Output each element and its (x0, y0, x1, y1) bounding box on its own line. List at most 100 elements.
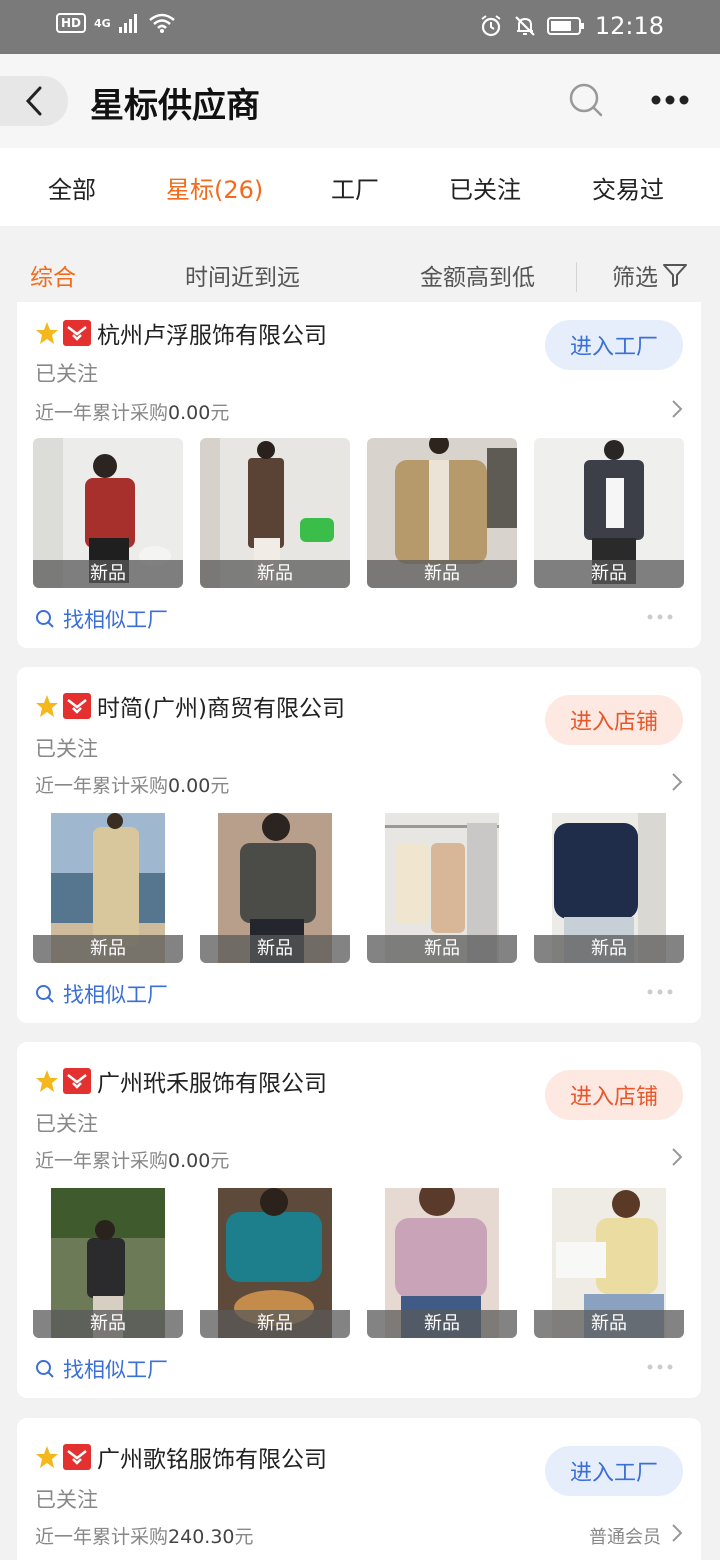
chevron-right-icon[interactable] (671, 1523, 683, 1543)
supplier-brand-icon (63, 1068, 91, 1094)
followed-status: 已关注 (35, 1112, 98, 1136)
company-name[interactable]: 广州玳禾服饰有限公司 (97, 1064, 327, 1098)
followed-status: 已关注 (35, 362, 98, 386)
purchase-label: 近一年累计采购 (35, 775, 169, 797)
tab-all[interactable]: 全部 (48, 170, 96, 205)
supplier-card[interactable]: 时简(广州)商贸有限公司 已关注 近一年累计采购0.00元 进入店铺 新品 新品… (17, 667, 701, 1023)
product-thumbnail[interactable]: 新品 (200, 1188, 350, 1338)
product-thumbnail[interactable]: 新品 (367, 813, 517, 963)
enter-shop-button[interactable]: 进入店铺 (545, 695, 683, 745)
purchase-amount: 0.00 (168, 1150, 211, 1172)
new-tag: 新品 (200, 935, 350, 963)
search-icon (36, 1360, 54, 1378)
new-tag: 新品 (200, 560, 350, 588)
star-icon (36, 322, 58, 344)
alarm-icon (481, 15, 501, 37)
find-similar-label: 找相似工厂 (63, 1358, 168, 1382)
find-similar-factory-link[interactable]: 找相似工厂 (35, 1354, 168, 1384)
company-name[interactable]: 杭州卢浮服饰有限公司 (97, 316, 327, 350)
product-thumbnail[interactable]: 新品 (534, 438, 684, 588)
chevron-right-icon[interactable] (671, 1147, 683, 1167)
member-level: 普通会员 (589, 1527, 661, 1548)
product-thumbnail[interactable]: 新品 (367, 1188, 517, 1338)
purchase-summary: 近一年累计采购0.00元 (35, 398, 229, 425)
purchase-amount: 240.30 (168, 1526, 235, 1548)
star-icon (36, 1070, 58, 1092)
purchase-label: 近一年累计采购 (35, 402, 169, 424)
product-thumbnail[interactable]: 新品 (33, 813, 183, 963)
enter-factory-button[interactable]: 进入工厂 (545, 1446, 683, 1496)
chevron-left-icon (25, 86, 42, 116)
network-type: 4G (94, 16, 111, 30)
company-name[interactable]: 广州歌铭服饰有限公司 (97, 1440, 327, 1474)
product-thumbnail[interactable]: 新品 (200, 438, 350, 588)
supplier-card[interactable]: 杭州卢浮服饰有限公司 已关注 近一年累计采购0.00元 进入工厂 新品 新品 新… (17, 302, 701, 648)
clock: 12:18 (594, 12, 664, 40)
search-icon (36, 610, 54, 628)
purchase-amount: 0.00 (168, 775, 211, 797)
purchase-summary: 近一年累计采购240.30元 (35, 1522, 254, 1549)
product-thumbnail[interactable]: 新品 (367, 438, 517, 588)
filter-button[interactable]: 筛选 (612, 258, 688, 292)
page-title: 星标供应商 (90, 86, 260, 126)
tab-factory[interactable]: 工厂 (331, 170, 379, 205)
search-icon (36, 985, 54, 1003)
new-tag: 新品 (33, 560, 183, 588)
product-thumbnail[interactable]: 新品 (33, 1188, 183, 1338)
filter-icon (663, 264, 687, 287)
battery-icon (546, 17, 584, 35)
product-thumbnail[interactable]: 新品 (33, 438, 183, 588)
filter-label: 筛选 (612, 265, 658, 291)
supplier-card[interactable]: 广州歌铭服饰有限公司 已关注 近一年累计采购240.30元 普通会员 进入工厂 (17, 1418, 701, 1560)
new-tag: 新品 (534, 1310, 684, 1338)
card-more-icon[interactable] (647, 989, 673, 995)
signal-icon (118, 14, 137, 33)
tab-followed[interactable]: 已关注 (449, 170, 521, 205)
new-tag: 新品 (200, 1310, 350, 1338)
purchase-label: 近一年累计采购 (35, 1526, 169, 1548)
sort-divider (576, 262, 577, 292)
more-options-icon[interactable] (650, 94, 690, 106)
find-similar-label: 找相似工厂 (63, 608, 168, 632)
currency: 元 (234, 1526, 254, 1548)
chevron-right-icon[interactable] (671, 399, 683, 419)
followed-status: 已关注 (35, 1488, 98, 1512)
star-icon (36, 695, 58, 717)
new-tag: 新品 (367, 560, 517, 588)
new-tag: 新品 (534, 560, 684, 588)
new-tag: 新品 (367, 935, 517, 963)
sort-amount[interactable]: 金额高到低 (420, 258, 535, 292)
tab-starred[interactable]: 星标(26) (166, 170, 263, 205)
product-thumbnail[interactable]: 新品 (534, 1188, 684, 1338)
supplier-brand-icon (63, 320, 91, 346)
card-more-icon[interactable] (647, 614, 673, 620)
star-icon (36, 1446, 58, 1468)
product-thumbnails: 新品 新品 新品 新品 (33, 1188, 685, 1338)
product-thumbnail[interactable]: 新品 (534, 813, 684, 963)
purchase-label: 近一年累计采购 (35, 1150, 169, 1172)
purchase-summary: 近一年累计采购0.00元 (35, 771, 229, 798)
sort-bar: 综合 时间近到远 金额高到低 筛选 (0, 226, 720, 304)
new-tag: 新品 (534, 935, 684, 963)
company-name[interactable]: 时简(广州)商贸有限公司 (97, 689, 345, 723)
product-thumbnails: 新品 新品 新品 新品 (33, 438, 685, 588)
chevron-right-icon[interactable] (671, 772, 683, 792)
product-thumbnail[interactable]: 新品 (200, 813, 350, 963)
currency: 元 (210, 1150, 230, 1172)
sort-comprehensive[interactable]: 综合 (30, 258, 76, 292)
back-button[interactable] (0, 76, 68, 126)
card-more-icon[interactable] (647, 1364, 673, 1370)
new-tag: 新品 (33, 1310, 183, 1338)
purchase-summary: 近一年累计采购0.00元 (35, 1146, 229, 1173)
find-similar-factory-link[interactable]: 找相似工厂 (35, 979, 168, 1009)
currency: 元 (210, 402, 230, 424)
supplier-card[interactable]: 广州玳禾服饰有限公司 已关注 近一年累计采购0.00元 进入店铺 新品 新品 新… (17, 1042, 701, 1398)
new-tag: 新品 (33, 935, 183, 963)
search-icon[interactable] (568, 82, 604, 118)
find-similar-factory-link[interactable]: 找相似工厂 (35, 604, 168, 634)
tab-traded[interactable]: 交易过 (592, 170, 664, 205)
enter-factory-button[interactable]: 进入工厂 (545, 320, 683, 370)
sort-time[interactable]: 时间近到远 (185, 258, 300, 292)
hd-badge: HD (56, 13, 87, 33)
enter-shop-button[interactable]: 进入店铺 (545, 1070, 683, 1120)
